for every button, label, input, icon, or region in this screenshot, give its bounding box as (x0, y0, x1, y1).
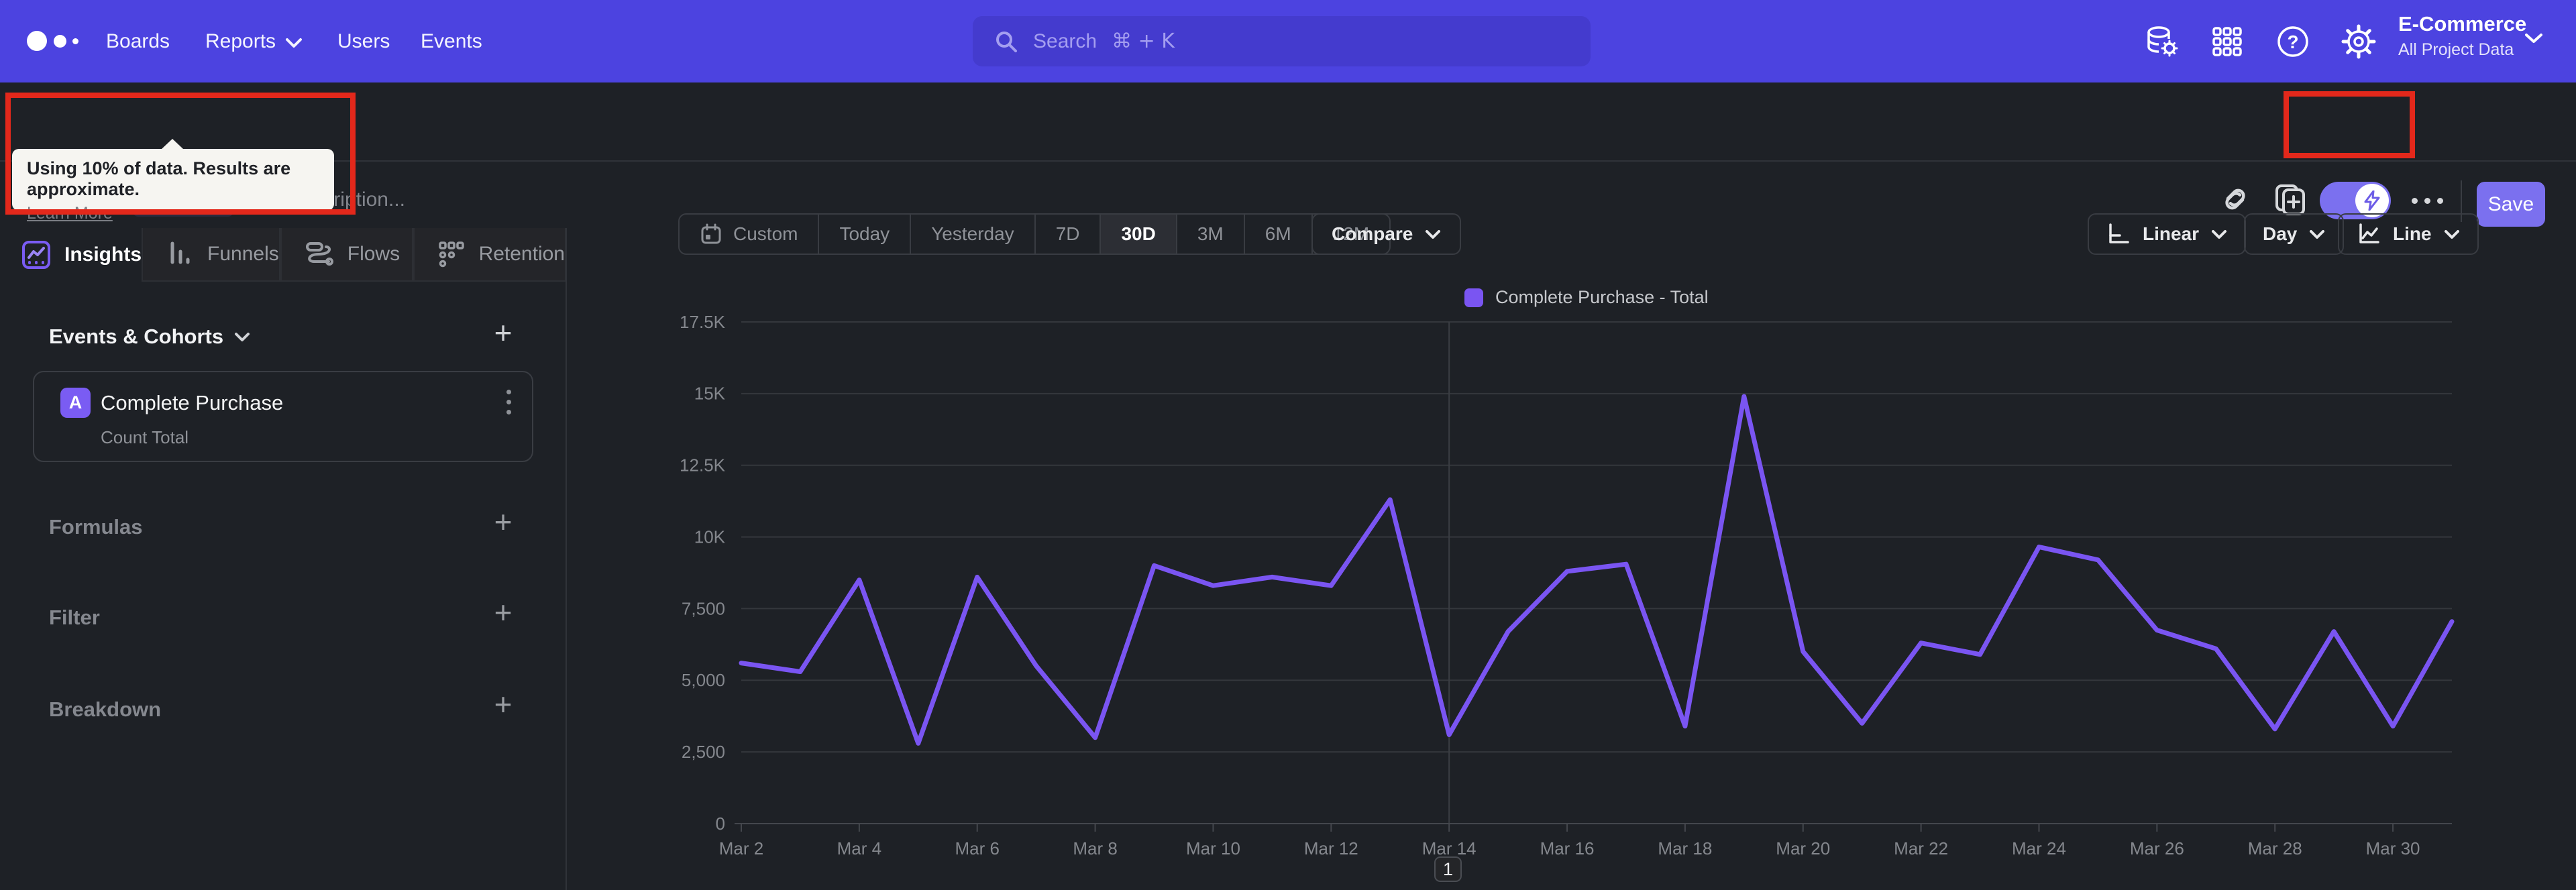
x-axis-label: Mar 16 (1540, 838, 1595, 858)
x-axis-label: Mar 26 (2130, 838, 2184, 858)
x-axis-label: Mar 18 (1658, 838, 1712, 858)
x-axis-label: Mar 20 (1776, 838, 1830, 858)
y-axis-label: 0 (716, 814, 725, 834)
x-axis-label: Mar 4 (837, 838, 881, 858)
line-chart: 0 2,500 5,000 7,500 10K 12.5K 15K 17.5K Mar 2 Mar… (680, 312, 2455, 858)
y-axis-label: 17.5K (680, 312, 726, 332)
tooltip-text: Using 10% of data. Results are approxima… (27, 158, 291, 199)
sampling-tooltip: Using 10% of data. Results are approxima… (12, 139, 334, 223)
y-axis-label: 7,500 (682, 598, 725, 618)
x-axis-label: Mar 14 (1422, 838, 1477, 858)
x-axis-label: Mar 10 (1186, 838, 1240, 858)
x-axis-label: Mar 24 (2012, 838, 2066, 858)
mixpanel-app: Boards Reports Users Events Search ⌘ + K (0, 0, 2576, 890)
y-axis-label: 2,500 (682, 742, 725, 762)
y-axis-label: 15K (694, 384, 726, 404)
x-axis-label: Mar 8 (1073, 838, 1117, 858)
x-axis-label: Mar 30 (2366, 838, 2420, 858)
x-axis-label: Mar 22 (1894, 838, 1948, 858)
pagination-page-1[interactable]: 1 (1434, 856, 1462, 882)
y-axis-label: 12.5K (680, 455, 726, 476)
x-axis-label: Mar 28 (2248, 838, 2302, 858)
learn-more-link[interactable]: Learn More (27, 204, 113, 223)
y-axis-label: 10K (694, 526, 726, 547)
x-axis-label: Mar 2 (719, 838, 763, 858)
y-axis-label: 5,000 (682, 670, 725, 690)
series-line-complete-purchase (739, 394, 2455, 746)
x-axis-label: Mar 6 (955, 838, 999, 858)
x-axis-label: Mar 12 (1304, 838, 1358, 858)
